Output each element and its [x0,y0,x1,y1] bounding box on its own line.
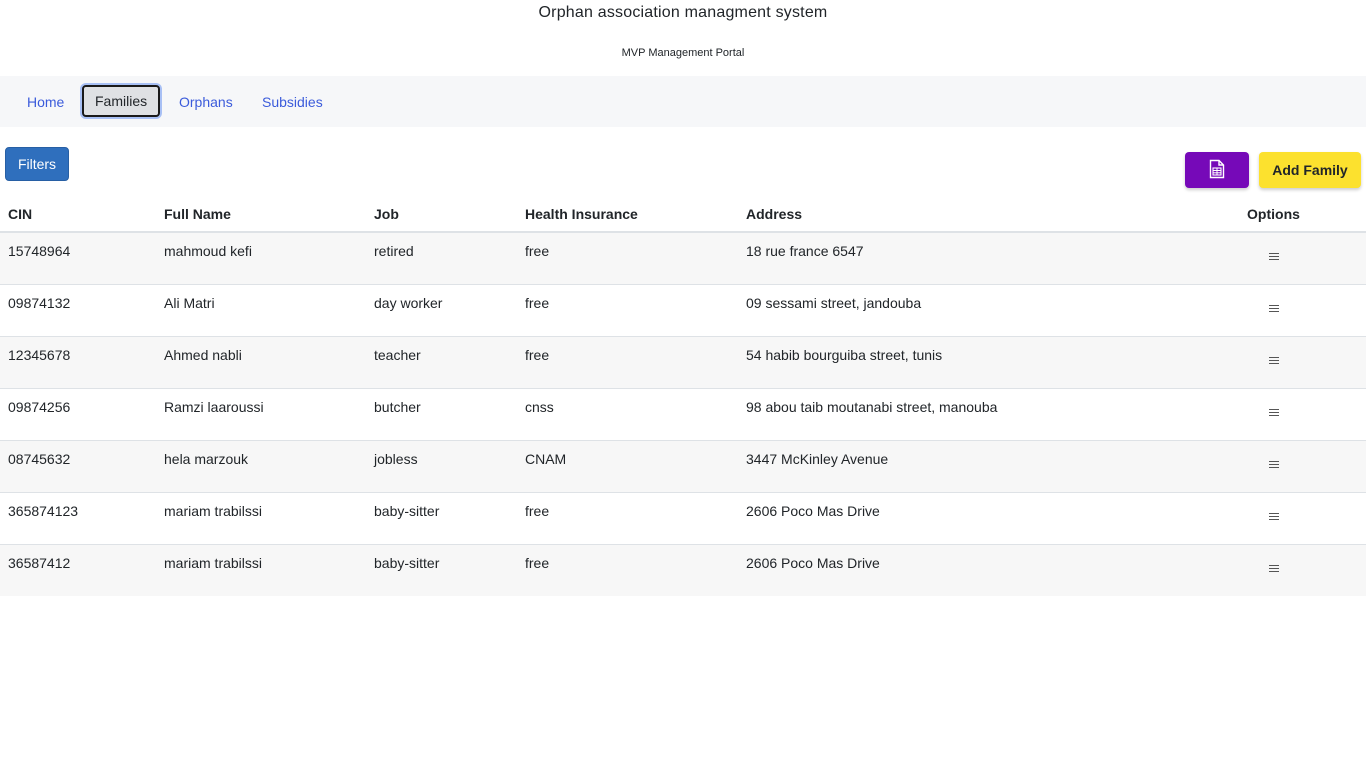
cell-job: day worker [366,284,517,337]
hamburger-menu-icon[interactable] [1268,459,1279,470]
hamburger-menu-icon[interactable] [1268,303,1279,314]
cell-health-insurance: free [517,544,738,596]
column-header-health-insurance: Health Insurance [517,197,738,233]
cell-address: 2606 Poco Mas Drive [738,544,1181,596]
nav-item-home[interactable]: Home [27,87,64,117]
table-header-row: CIN Full Name Job Health Insurance Addre… [0,197,1366,233]
table-row: 12345678 Ahmed nabli teacher free 54 habib b… [0,336,1366,389]
column-header-full-name: Full Name [156,197,366,233]
cell-job: butcher [366,388,517,441]
cell-cin: 08745632 [0,440,156,493]
cell-health-insurance: free [517,336,738,389]
add-family-button[interactable]: Add Family [1259,152,1361,188]
cell-full-name: Ramzi laaroussi [156,388,366,441]
cell-full-name: hela marzouk [156,440,366,493]
hamburger-menu-icon[interactable] [1268,563,1279,574]
nav-item-families[interactable]: Families [82,85,161,117]
cell-job: retired [366,232,517,285]
column-header-cin: CIN [0,197,156,233]
cell-options [1181,388,1366,441]
families-table: CIN Full Name Job Health Insurance Addre… [0,197,1366,596]
app-title: Orphan association managment system [538,4,828,21]
cell-cin: 15748964 [0,232,156,285]
cell-cin: 12345678 [0,336,156,389]
column-header-job: Job [366,197,517,233]
table-row: 09874132 Ali Matri day worker free 09 sessam… [0,284,1366,337]
cell-options [1181,544,1366,596]
nav-item-subsidies[interactable]: Subsidies [262,87,323,117]
cell-options [1181,284,1366,337]
cell-job: teacher [366,336,517,389]
cell-address: 3447 McKinley Avenue [738,440,1181,493]
table-row: 36587412 mariam trabilssi baby-sitter free 2… [0,544,1366,596]
table-row: 08745632 hela marzouk jobless CNAM 3447 McKi… [0,440,1366,493]
cell-address: 09 sessami street, jandouba [738,284,1181,337]
cell-cin: 365874123 [0,492,156,545]
cell-options [1181,232,1366,285]
cell-options [1181,336,1366,389]
cell-address: 2606 Poco Mas Drive [738,492,1181,545]
table-row: 09874256 Ramzi laaroussi butcher cnss 98 abo… [0,388,1366,441]
cell-address: 18 rue france 6547 [738,232,1181,285]
cell-health-insurance: free [517,284,738,337]
spreadsheet-file-icon [1209,159,1225,182]
cell-health-insurance: CNAM [517,440,738,493]
cell-cin: 09874256 [0,388,156,441]
hamburger-menu-icon[interactable] [1268,407,1279,418]
cell-full-name: Ahmed nabli [156,336,366,389]
column-header-options: Options [1181,197,1366,233]
cell-full-name: mariam trabilssi [156,544,366,596]
export-spreadsheet-button[interactable] [1185,152,1249,188]
cell-address: 54 habib bourguiba street, tunis [738,336,1181,389]
cell-cin: 09874132 [0,284,156,337]
cell-health-insurance: cnss [517,388,738,441]
table-row: 15748964 mahmoud kefi retired free 18 rue fr… [0,232,1366,285]
hamburger-menu-icon[interactable] [1268,511,1279,522]
column-header-address: Address [738,197,1181,233]
cell-address: 98 abou taib moutanabi street, manouba [738,388,1181,441]
hamburger-menu-icon[interactable] [1268,251,1279,262]
cell-job: jobless [366,440,517,493]
page-header: Orphan association managment system MVP … [0,0,1366,76]
app-subtitle: MVP Management Portal [621,47,745,59]
cell-options [1181,440,1366,493]
toolbar: Filters Add Family [0,127,1366,197]
cell-cin: 36587412 [0,544,156,596]
nav-item-orphans[interactable]: Orphans [179,87,233,117]
cell-full-name: mariam trabilssi [156,492,366,545]
table-row: 365874123 mariam trabilssi baby-sitter free… [0,492,1366,545]
cell-job: baby-sitter [366,544,517,596]
hamburger-menu-icon[interactable] [1268,355,1279,366]
cell-job: baby-sitter [366,492,517,545]
cell-health-insurance: free [517,492,738,545]
cell-health-insurance: free [517,232,738,285]
cell-options [1181,492,1366,545]
nav-bar: Home Families Orphans Subsidies [0,76,1366,127]
filters-button[interactable]: Filters [5,147,69,181]
cell-full-name: mahmoud kefi [156,232,366,285]
cell-full-name: Ali Matri [156,284,366,337]
